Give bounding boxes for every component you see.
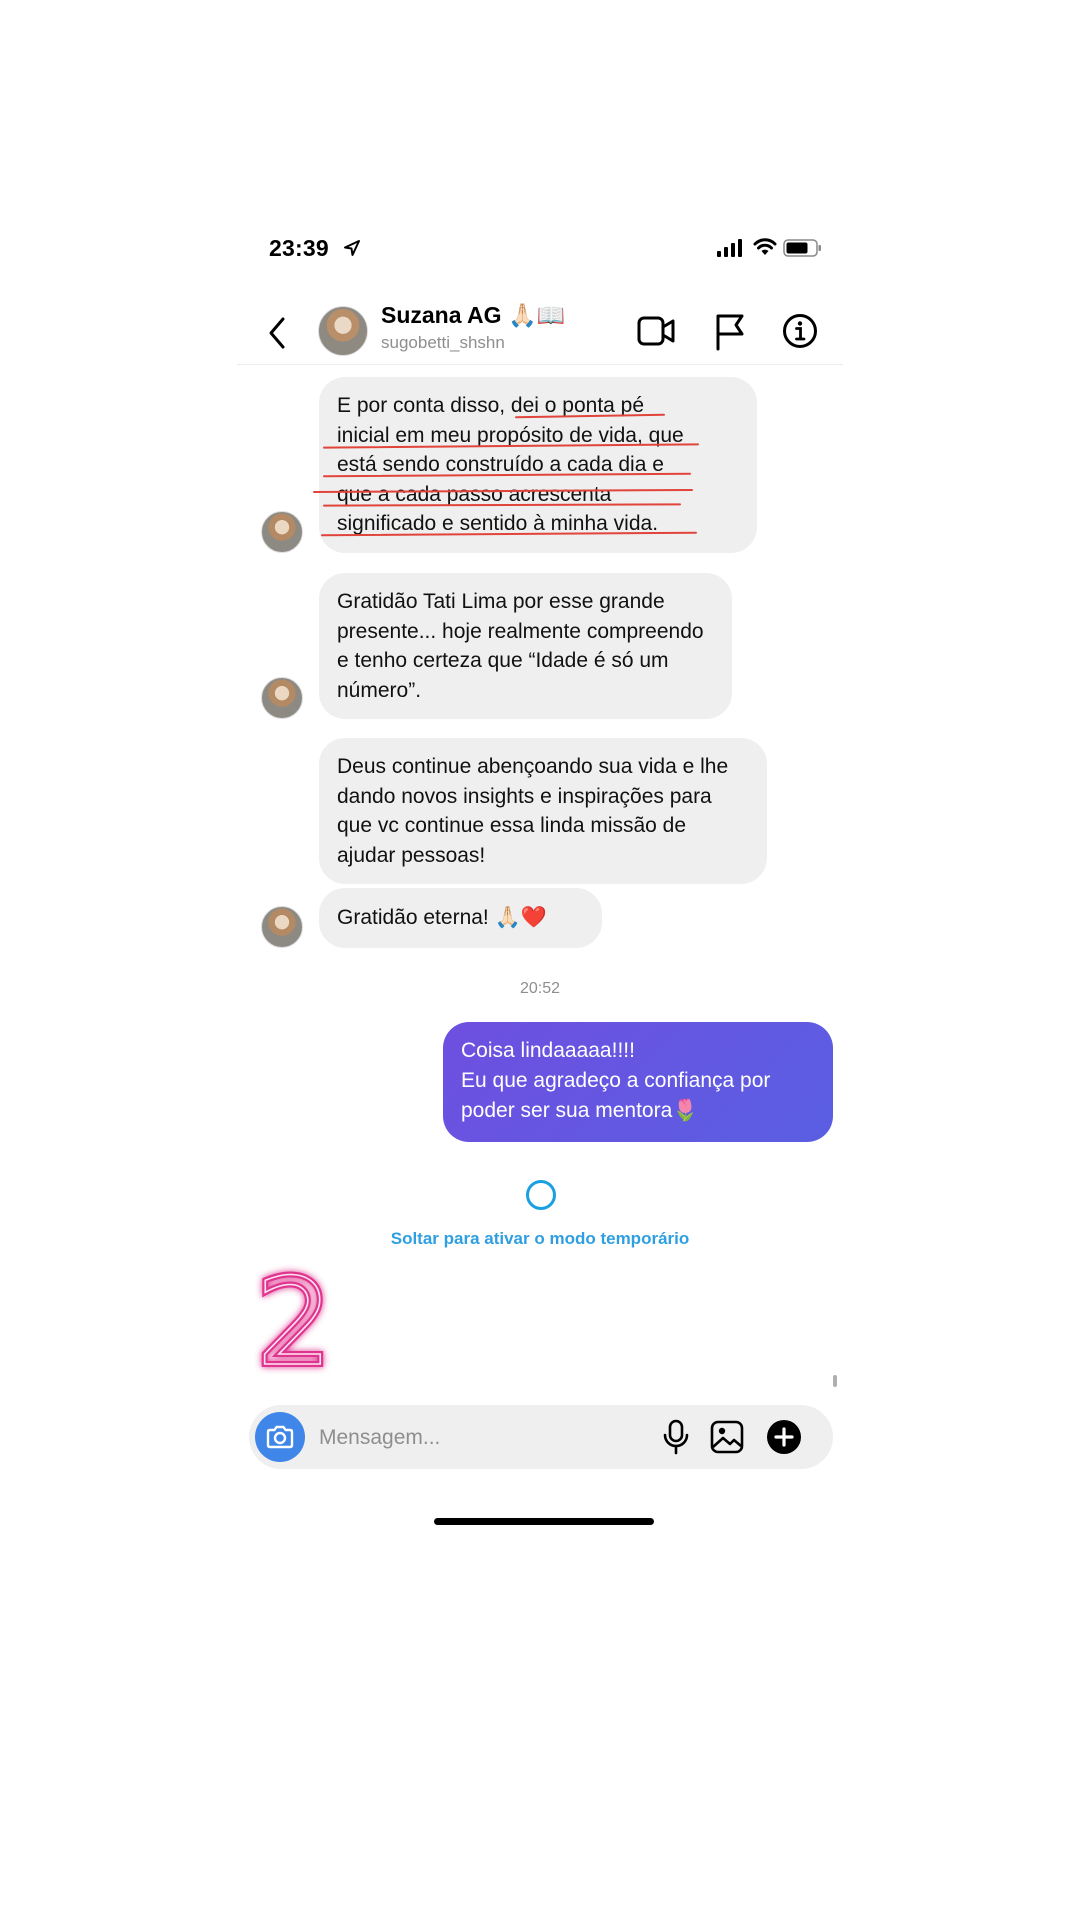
sender-avatar[interactable] [261, 906, 303, 948]
sender-avatar[interactable] [261, 511, 303, 553]
header-divider [237, 364, 843, 365]
contact-avatar[interactable] [318, 306, 368, 356]
temporary-mode-hint: Soltar para ativar o modo temporário [390, 1229, 690, 1248]
plus-icon[interactable] [766, 1419, 802, 1455]
contact-name[interactable]: Suzana AG 🙏🏻📖 [381, 302, 565, 329]
message-line: Coisa lindaaaaa!!!! [461, 1039, 635, 1062]
location-arrow-icon [344, 240, 360, 256]
wifi-icon [753, 238, 777, 255]
incoming-message-bubble[interactable]: Deus continue abençoando sua vida e lhe … [319, 738, 767, 884]
status-bar: 23:39 [237, 225, 843, 275]
info-icon[interactable] [782, 313, 818, 349]
microphone-icon[interactable] [661, 1419, 691, 1455]
signal-bars-icon [717, 239, 742, 257]
vanish-mode-ring-icon [526, 1180, 556, 1210]
neon-number-overlay: 2 2 [254, 1264, 334, 1374]
gallery-icon[interactable] [709, 1419, 745, 1455]
outgoing-message-bubble[interactable]: Coisa lindaaaaa!!!! Eu que agradeço a co… [443, 1022, 833, 1142]
flag-icon[interactable] [713, 313, 747, 351]
contact-handle[interactable]: sugobetti_shshn [381, 333, 505, 353]
home-indicator[interactable] [434, 1518, 654, 1525]
camera-button[interactable] [255, 1412, 305, 1462]
incoming-message-bubble[interactable]: E por conta disso, dei o ponta pé inicia… [312, 377, 757, 553]
camera-icon [266, 1425, 294, 1449]
status-time: 23:39 [269, 235, 329, 261]
message-composer [249, 1405, 833, 1469]
message-input[interactable] [317, 1417, 641, 1459]
back-chevron-icon[interactable] [263, 313, 291, 353]
incoming-message-bubble[interactable]: Gratidão Tati Lima por esse grande prese… [319, 573, 732, 719]
chat-header: Suzana AG 🙏🏻📖 sugobetti_shshn [237, 297, 843, 365]
scrollbar-thumb[interactable] [833, 1375, 837, 1387]
overlay-number-text-core: 2 [256, 1264, 332, 1374]
battery-icon [783, 239, 821, 257]
dm-screen: 23:39 Suzana AG 🙏🏻📖 sugobetti_shshn E po… [237, 225, 843, 1530]
message-line: poder ser sua mentora🌷 [461, 1099, 699, 1122]
video-call-icon[interactable] [637, 313, 677, 349]
sender-avatar[interactable] [261, 677, 303, 719]
message-line: Eu que agradeço a confiança por [461, 1069, 771, 1092]
message-timestamp: 20:52 [519, 980, 561, 997]
incoming-message-bubble[interactable]: Gratidão eterna! 🙏🏻❤️ [319, 888, 602, 948]
